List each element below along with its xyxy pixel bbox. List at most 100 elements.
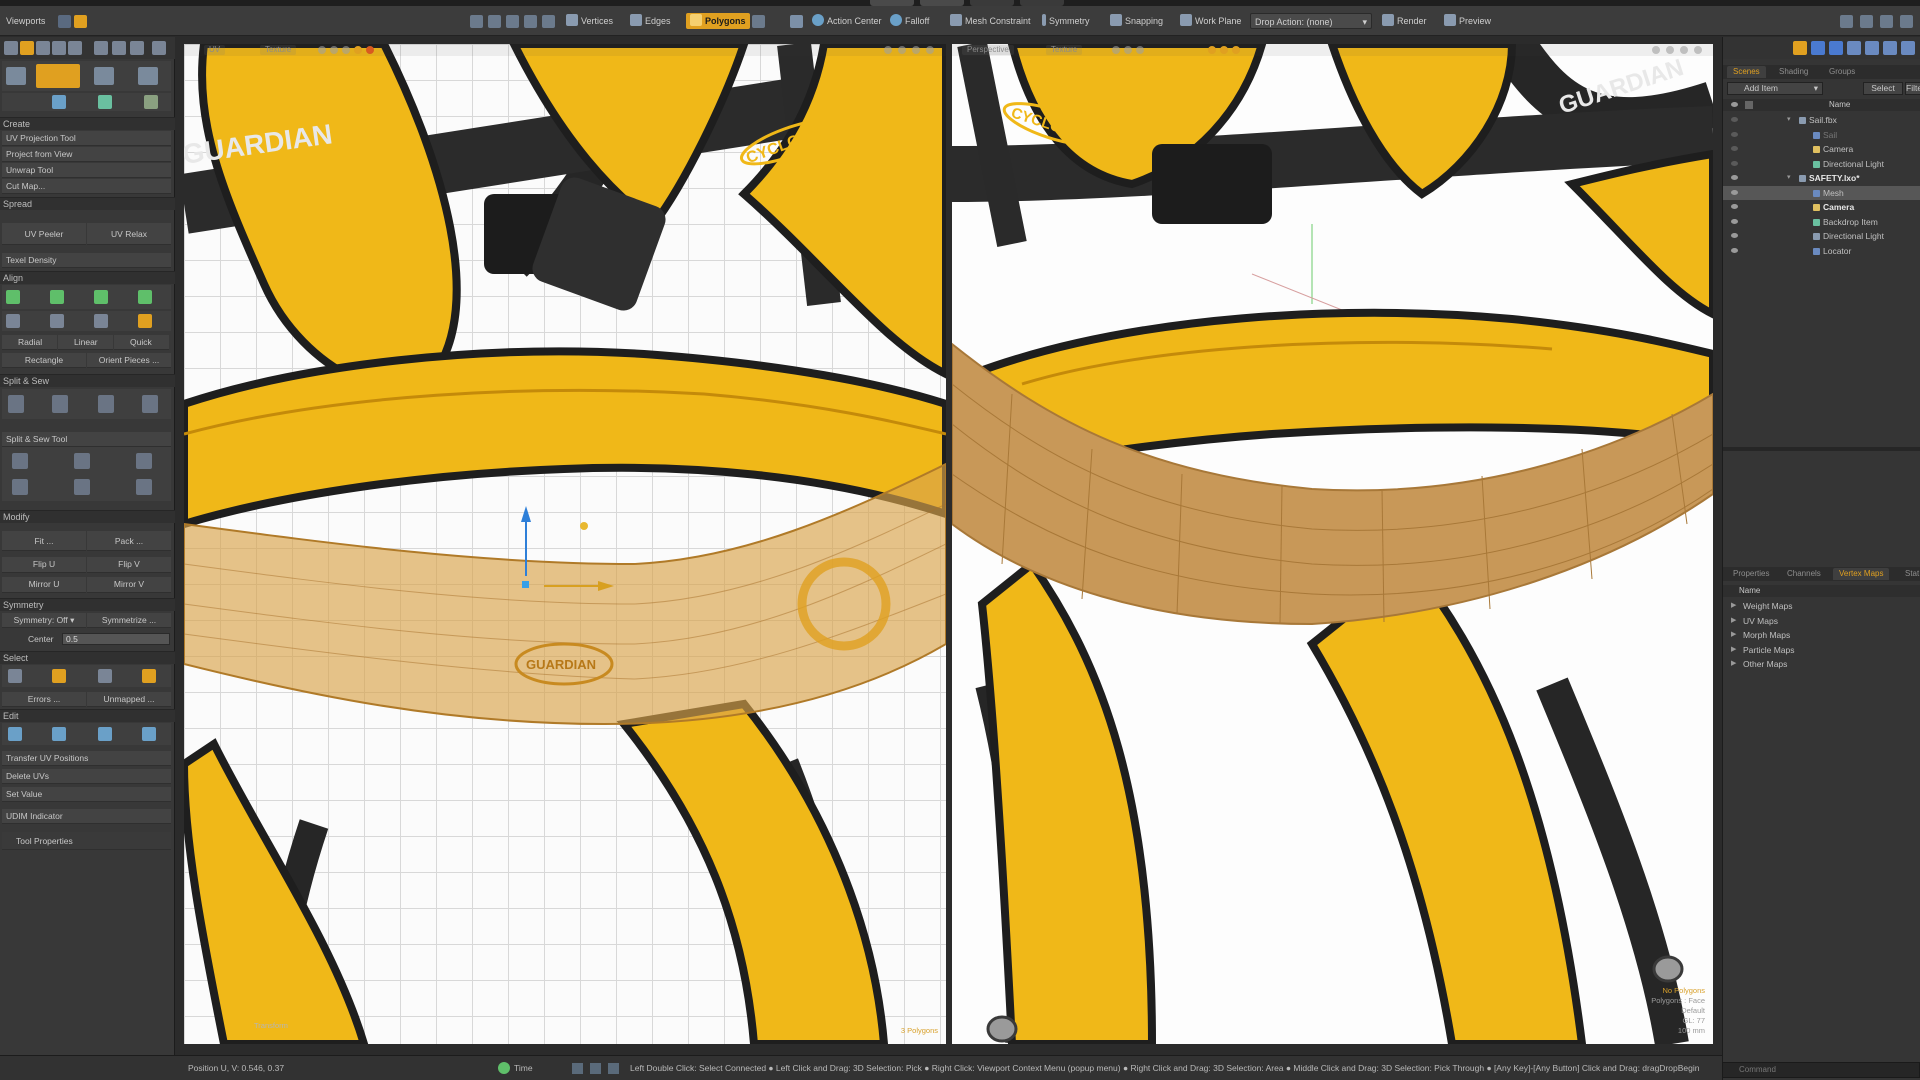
perspective-tab[interactable]: Perspective [962,45,1014,55]
vertex-map-group[interactable]: ▶ UV Maps [1723,614,1920,628]
move-icon[interactable] [488,15,501,28]
uv-grid-icon[interactable] [4,41,18,55]
vp-rotate-icon[interactable] [1680,46,1688,54]
align-right-icon[interactable] [138,290,152,304]
tree-item[interactable]: Camera [1723,142,1920,156]
vertex-map-group[interactable]: ▶ Morph Maps [1723,628,1920,642]
cursor-icon[interactable] [52,95,66,109]
rotate-cw-icon[interactable] [50,314,64,328]
snapping-button[interactable]: Snapping [1106,13,1167,29]
tool-properties-header[interactable]: Tool Properties [2,832,171,850]
vertices-mode-button[interactable]: Vertices [562,13,617,29]
vertex-map-group[interactable]: ▶ Other Maps [1723,657,1920,671]
render-settings-icon[interactable] [1865,41,1879,55]
uv-tool-active-icon[interactable] [36,64,80,88]
vp-pan-icon[interactable] [1652,46,1660,54]
select-button[interactable]: Select [1863,82,1903,95]
falloff-button[interactable]: Falloff [886,13,933,29]
globe-icon[interactable] [1811,41,1825,55]
light-icon[interactable] [1829,41,1843,55]
tree-item[interactable]: Directional Light [1723,157,1920,171]
search-icon[interactable] [1880,15,1893,28]
pack-button[interactable]: Pack ... [87,531,171,551]
vp-zoom-icon[interactable] [1666,46,1674,54]
vp-rotate-icon[interactable] [912,46,920,54]
vp-option-icon[interactable] [1208,46,1216,54]
vp-option-icon[interactable] [1220,46,1228,54]
cut-map-button[interactable]: Cut Map... [2,179,171,194]
vp-option-icon[interactable] [1136,46,1144,54]
filter-button[interactable]: Filter [1905,82,1920,95]
split-d-icon[interactable] [142,395,158,413]
camera-icon[interactable] [1847,41,1861,55]
visibility-icon[interactable] [1731,160,1738,166]
vp-option-icon[interactable] [366,46,374,54]
gear-icon[interactable] [1901,41,1915,55]
person-icon[interactable] [112,41,126,55]
udim-indicator-button[interactable]: UDIM Indicator [2,809,171,824]
transfer-uv-positions-button[interactable]: Transfer UV Positions [2,751,171,766]
select-island-icon[interactable] [142,669,156,683]
pen-icon[interactable] [36,41,50,55]
vp-zoom-icon[interactable] [898,46,906,54]
mode-a-icon[interactable] [6,67,26,85]
sew-d-icon[interactable] [12,479,28,495]
status-icon-b[interactable] [590,1063,601,1074]
vp-option-icon[interactable] [342,46,350,54]
tree-item[interactable]: Mesh [1723,185,1920,200]
split-c-icon[interactable] [98,395,114,413]
split-a-icon[interactable] [8,395,24,413]
arrow-icon[interactable] [144,95,158,109]
gizmo-v-arrow[interactable] [521,506,531,522]
tree-item[interactable]: Sail [1723,128,1920,142]
select-icon[interactable] [470,15,483,28]
mesh-constraint-button[interactable]: Mesh Constraint [946,13,1035,29]
select-overlap-icon[interactable] [52,669,66,683]
maximize-icon[interactable] [1900,15,1913,28]
sew-a-icon[interactable] [12,453,28,469]
tree-item[interactable]: ▾ SAFETY.lxo* [1723,171,1920,185]
vp-option-icon[interactable] [1232,46,1240,54]
uv-view-icon[interactable] [20,41,34,55]
mode-c-icon[interactable] [94,67,114,85]
tree-item[interactable]: ▾ Sail.fbx [1723,113,1920,127]
vertex-map-group[interactable]: ▶ Particle Maps [1723,643,1920,657]
expand-icon[interactable]: ▶ [1731,614,1736,628]
perspective-viewport[interactable]: CYCLONE GUARDIAN Perspective Texture No … [952,44,1713,1044]
symmetrize-button[interactable]: Symmetrize ... [87,613,171,628]
quick-button[interactable]: Quick [114,335,169,350]
gizmo-center-handle[interactable] [522,581,529,588]
scale-icon[interactable] [524,15,537,28]
uv-peeler-button[interactable]: UV Peeler [2,223,86,245]
align-bottom-icon[interactable] [50,290,64,304]
visibility-icon[interactable] [1731,189,1738,195]
tab-scenes[interactable]: Scenes [1727,66,1766,78]
time-toggle[interactable]: Time [496,1056,564,1080]
layout-switch-icon[interactable] [1840,15,1853,28]
fit-button[interactable]: Fit ... [2,531,86,551]
gizmo-pivot-dot[interactable] [580,522,588,530]
symmetry-dropdown[interactable]: Symmetry: Off ▾ [2,613,86,628]
radial-button[interactable]: Radial [2,335,57,350]
rotate-ccw-icon[interactable] [6,314,20,328]
uv-view-tab[interactable]: UV [204,45,226,55]
project-from-view-button[interactable]: Project from View [2,147,171,162]
tab-groups[interactable]: Groups [1823,66,1861,78]
edit-c-icon[interactable] [98,727,112,741]
panel-splitter[interactable] [1723,447,1920,451]
set-value-button[interactable]: Set Value [2,787,171,802]
center-value-field[interactable]: 0.5 [62,633,170,645]
expand-icon[interactable]: ▾ [1787,171,1791,185]
select-connected-icon[interactable] [8,669,22,683]
tab-shading[interactable]: Shading [1773,66,1814,78]
tree-item[interactable]: Directional Light [1723,229,1920,243]
unmapped-button[interactable]: Unmapped ... [87,692,171,707]
status-icon-a[interactable] [572,1063,583,1074]
rotate-icon[interactable] [506,15,519,28]
expand-icon[interactable]: ▶ [1731,657,1736,671]
sew-f-icon[interactable] [136,479,152,495]
viewports-menu[interactable]: Viewports [2,13,49,29]
visibility-icon[interactable] [1731,175,1738,180]
rotate-free-icon[interactable] [94,314,108,328]
status-icon-c[interactable] [608,1063,619,1074]
